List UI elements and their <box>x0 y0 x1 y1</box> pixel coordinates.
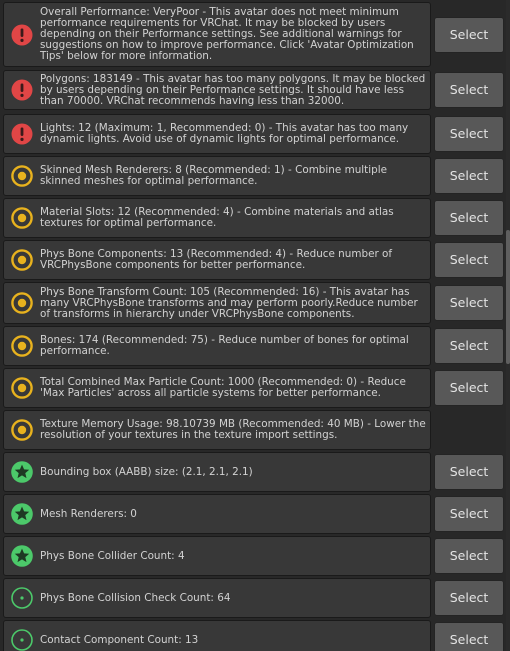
performance-item-warning: Phys Bone Transform Count: 105 (Recommen… <box>3 282 431 324</box>
select-button[interactable]: Select <box>434 285 504 321</box>
performance-item-warning: Texture Memory Usage: 98.10739 MB (Recom… <box>3 410 431 450</box>
scrollbar-thumb[interactable] <box>506 230 510 364</box>
performance-message: Phys Bone Collision Check Count: 64 <box>40 592 231 604</box>
select-button[interactable]: Select <box>434 454 504 490</box>
select-button[interactable]: Select <box>434 622 504 651</box>
select-button[interactable]: Select <box>434 116 504 152</box>
performance-message: Phys Bone Transform Count: 105 (Recommen… <box>40 286 418 320</box>
select-button[interactable]: Select <box>434 496 504 532</box>
performance-item-warning: Phys Bone Components: 13 (Recommended: 4… <box>3 240 431 280</box>
star-icon <box>10 544 34 568</box>
performance-item-excellent: Bounding box (AABB) size: (2.1, 2.1, 2.1… <box>3 452 431 492</box>
performance-message: Polygons: 183149 - This avatar has too m… <box>40 73 426 107</box>
performance-item-warning: Material Slots: 12 (Recommended: 4) - Co… <box>3 198 431 238</box>
select-button[interactable]: Select <box>434 158 504 194</box>
select-button[interactable]: Select <box>434 328 504 364</box>
select-button[interactable]: Select <box>434 370 504 406</box>
select-button[interactable]: Select <box>434 242 504 278</box>
performance-item-error: Overall Performance: VeryPoor - This ava… <box>3 2 431 67</box>
select-button[interactable]: Select <box>434 200 504 236</box>
performance-item-warning: Skinned Mesh Renderers: 8 (Recommended: … <box>3 156 431 196</box>
performance-message: Phys Bone Components: 13 (Recommended: 4… <box>40 248 393 271</box>
warning-circle-icon <box>10 418 34 442</box>
performance-message: Overall Performance: VeryPoor - This ava… <box>40 6 414 62</box>
select-button[interactable]: Select <box>434 580 504 616</box>
performance-message: Bounding box (AABB) size: (2.1, 2.1, 2.1… <box>40 466 253 478</box>
error-icon <box>10 78 34 102</box>
performance-message: Total Combined Max Particle Count: 1000 … <box>40 376 406 399</box>
dot-circle-icon <box>10 628 34 651</box>
star-icon <box>10 502 34 526</box>
star-icon <box>10 460 34 484</box>
performance-item-good: Contact Component Count: 13 <box>3 620 431 651</box>
error-icon <box>10 23 34 47</box>
warning-circle-icon <box>10 164 34 188</box>
performance-message: Texture Memory Usage: 98.10739 MB (Recom… <box>40 418 426 441</box>
performance-message: Bones: 174 (Recommended: 75) - Reduce nu… <box>40 334 409 357</box>
performance-message: Contact Component Count: 13 <box>40 634 199 646</box>
performance-warning-list: Overall Performance: VeryPoor - This ava… <box>0 0 510 651</box>
warning-circle-icon <box>10 291 34 315</box>
performance-message: Mesh Renderers: 0 <box>40 508 137 520</box>
select-button[interactable]: Select <box>434 17 504 53</box>
performance-message: Lights: 12 (Maximum: 1, Recommended: 0) … <box>40 122 409 145</box>
warning-circle-icon <box>10 248 34 272</box>
warning-circle-icon <box>10 206 34 230</box>
performance-item-excellent: Mesh Renderers: 0 <box>3 494 431 534</box>
performance-item-warning: Total Combined Max Particle Count: 1000 … <box>3 368 431 408</box>
performance-message: Skinned Mesh Renderers: 8 (Recommended: … <box>40 164 388 187</box>
performance-item-good: Phys Bone Collision Check Count: 64 <box>3 578 431 618</box>
performance-item-error: Lights: 12 (Maximum: 1, Recommended: 0) … <box>3 114 431 154</box>
warning-circle-icon <box>10 334 34 358</box>
performance-item-excellent: Phys Bone Collider Count: 4 <box>3 536 431 576</box>
error-icon <box>10 122 34 146</box>
scrollbar[interactable] <box>506 0 510 651</box>
performance-item-warning: Bones: 174 (Recommended: 75) - Reduce nu… <box>3 326 431 366</box>
performance-item-error: Polygons: 183149 - This avatar has too m… <box>3 70 431 110</box>
warning-circle-icon <box>10 376 34 400</box>
select-button[interactable]: Select <box>434 72 504 108</box>
performance-message: Material Slots: 12 (Recommended: 4) - Co… <box>40 206 394 229</box>
select-button[interactable]: Select <box>434 538 504 574</box>
dot-circle-icon <box>10 586 34 610</box>
performance-message: Phys Bone Collider Count: 4 <box>40 550 185 562</box>
